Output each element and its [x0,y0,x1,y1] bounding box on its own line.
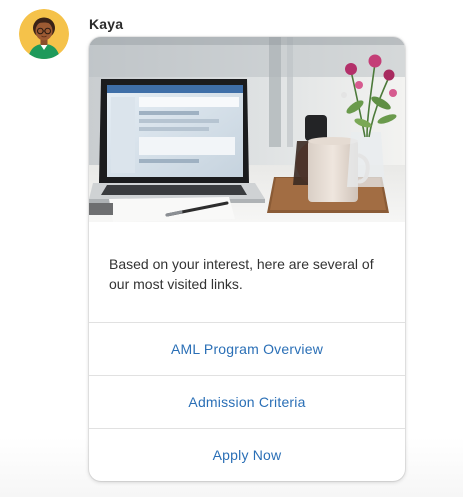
avatar-kaya-icon [19,9,69,59]
link-apply-now[interactable]: Apply Now [89,429,405,481]
link-admission-criteria[interactable]: Admission Criteria [89,376,405,428]
chat-window: Kaya Based on your interest, here are se… [0,0,463,497]
card-message: Based on your interest, here are several… [109,256,374,292]
message-card: Based on your interest, here are several… [89,37,405,481]
sender-name: Kaya [89,16,124,32]
laptop-desk-photo [89,37,405,222]
link-aml-program-overview[interactable]: AML Program Overview [89,323,405,375]
